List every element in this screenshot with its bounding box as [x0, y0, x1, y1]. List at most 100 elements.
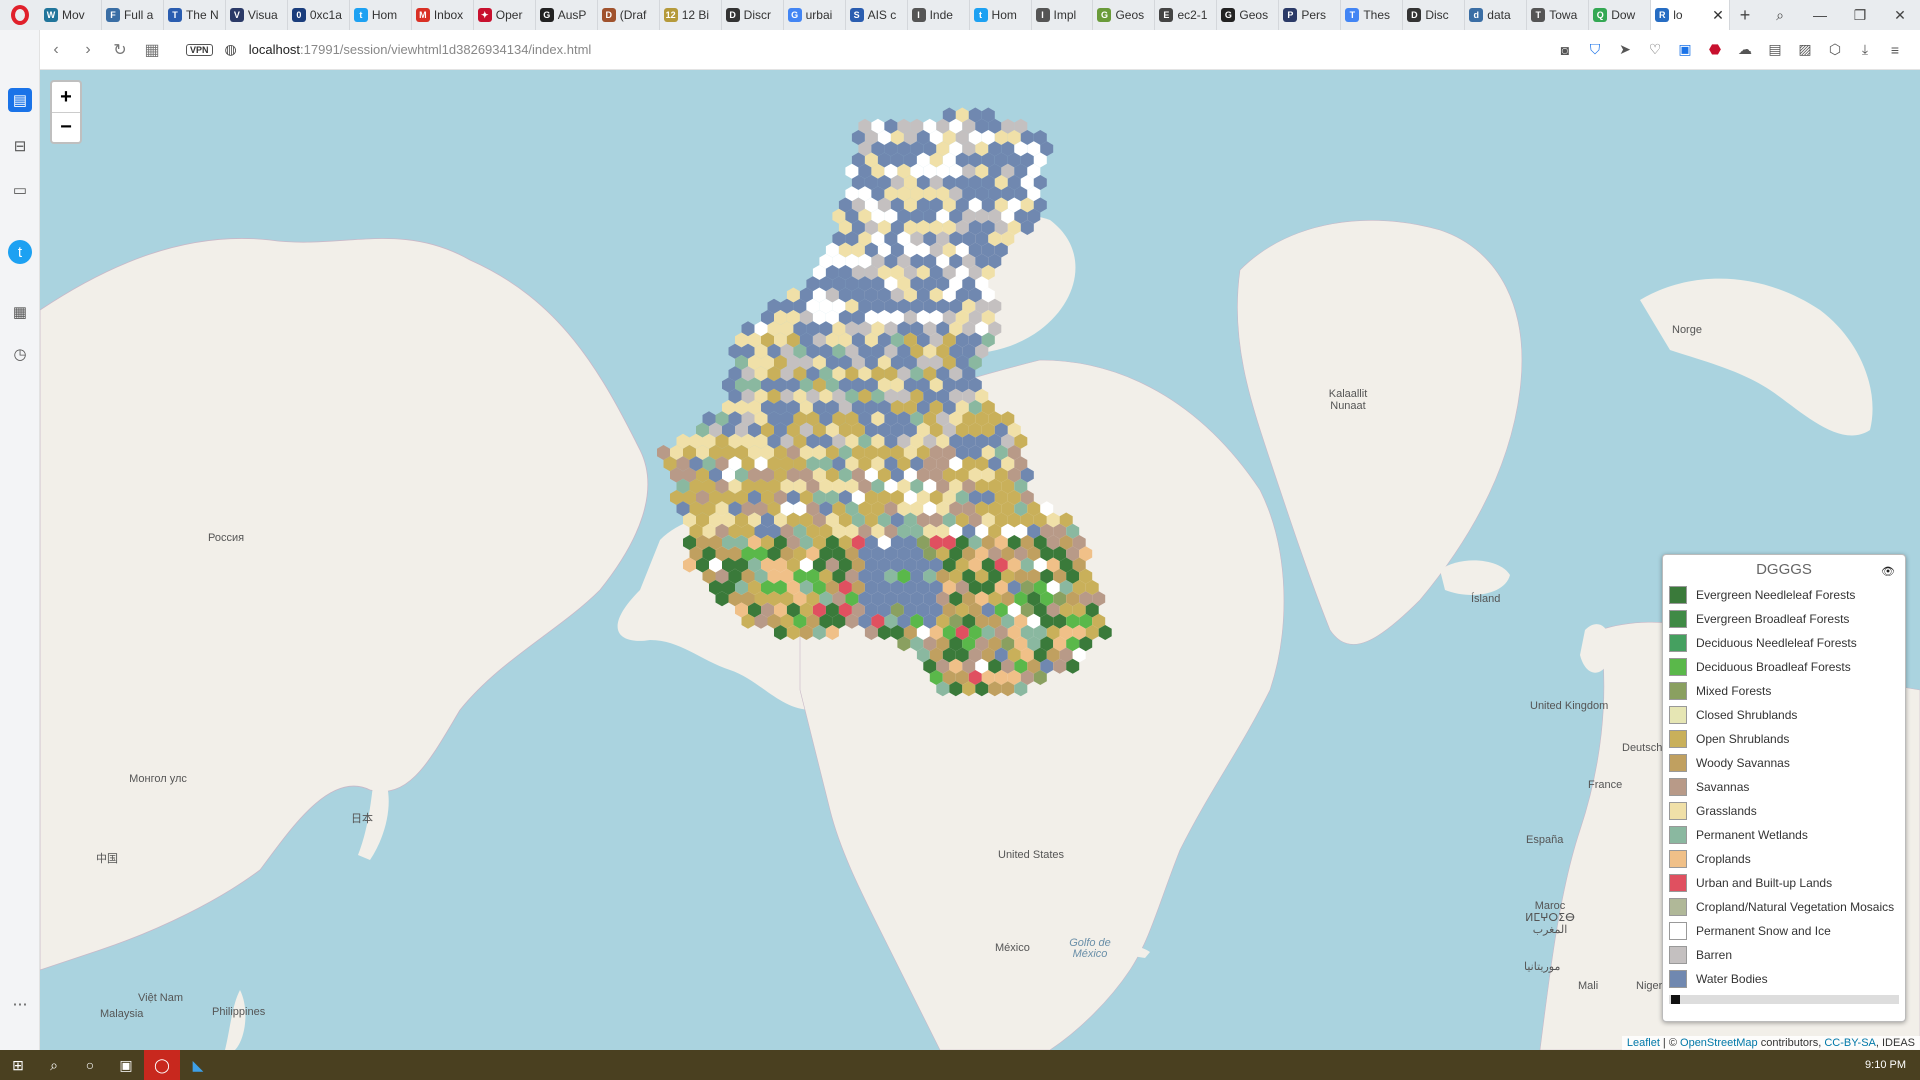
forward-button[interactable]: ›	[72, 41, 104, 59]
back-button[interactable]: ‹	[40, 41, 72, 59]
browser-tab[interactable]: I Impl	[1032, 0, 1094, 30]
tab-favicon-icon: D	[1407, 8, 1422, 22]
browser-tab[interactable]: D (Draf	[598, 0, 660, 30]
legend-item: Cropland/Natural Vegetation Mosaics	[1669, 895, 1899, 919]
browser-tab[interactable]: V Visua	[226, 0, 288, 30]
opacity-slider[interactable]	[1669, 995, 1899, 1004]
leaflet-map[interactable]: Россия Монгол улс 日本 中国 Việt Nam Philipp…	[40, 70, 1920, 1050]
shield-icon[interactable]: ⛉	[1580, 41, 1610, 58]
legend-label: Woody Savannas	[1696, 756, 1790, 770]
leaflet-link[interactable]: Leaflet	[1627, 1037, 1660, 1049]
reload-button[interactable]: ↻	[104, 40, 136, 60]
browser-tab[interactable]: Eec2-1	[1155, 0, 1218, 30]
bookmarks-icon[interactable]: ▭	[8, 178, 32, 202]
browser-tab[interactable]: Rlo ✕	[1651, 0, 1730, 30]
zoom-in-button[interactable]: +	[52, 82, 80, 112]
legend-swatch	[1669, 730, 1687, 748]
tab-favicon-icon: G	[1097, 8, 1112, 22]
map-label-mexico: México	[995, 942, 1030, 954]
extension-cloud-icon[interactable]: ☁	[1730, 41, 1760, 58]
tab-label: AusP	[557, 8, 587, 22]
browser-tab[interactable]: 0 0xc1a	[288, 0, 350, 30]
legend-label: Savannas	[1696, 780, 1750, 794]
tab-label: Hom	[371, 8, 398, 22]
browser-tab[interactable]: G AusP	[536, 0, 598, 30]
speed-dial-sidebar-icon[interactable]: ▤	[8, 88, 32, 112]
map-label-france: France	[1588, 779, 1623, 791]
browser-tab[interactable]: G Geos	[1217, 0, 1280, 30]
window-controls: ⌕ — ❐ ✕	[1760, 0, 1920, 30]
history-icon[interactable]: ◷	[8, 342, 32, 366]
browser-tab[interactable]: ✦ Oper	[474, 0, 536, 30]
browser-tab[interactable]: t Hom	[970, 0, 1032, 30]
vscode-taskbar-icon[interactable]: ◣	[180, 1050, 216, 1080]
search-tabs-icon[interactable]: ⌕	[1760, 0, 1800, 30]
cube-icon[interactable]: ⬡	[1820, 41, 1850, 58]
heart-icon[interactable]: ♡	[1640, 41, 1670, 58]
legend-swatch	[1669, 706, 1687, 724]
maximize-button[interactable]: ❐	[1840, 0, 1880, 30]
cc-link[interactable]: CC-BY-SA	[1824, 1037, 1876, 1049]
search-icon[interactable]: ⌕	[36, 1050, 72, 1080]
tab-favicon-icon: F	[105, 8, 120, 22]
browser-tab[interactable]: W Mov	[40, 0, 102, 30]
browser-tab[interactable]: Gurbai	[784, 0, 846, 30]
opera-taskbar-icon[interactable]: ◯	[144, 1050, 180, 1080]
browser-tab[interactable]: P Pers	[1279, 0, 1342, 30]
browser-tab[interactable]: Q Dow	[1589, 0, 1652, 30]
speed-dial-icon[interactable]: ▦	[136, 40, 168, 60]
url-field[interactable]: localhost:17991/session/viewhtml1d382693…	[249, 42, 592, 57]
windows-start-icon[interactable]: ⊞	[0, 1050, 36, 1080]
browser-tab[interactable]: I Inde	[908, 0, 970, 30]
minimize-button[interactable]: —	[1800, 0, 1840, 30]
extension-page-icon[interactable]: ▤	[1760, 41, 1790, 58]
legend-label: Deciduous Broadleaf Forests	[1696, 660, 1851, 674]
task-view-icon[interactable]: ▣	[108, 1050, 144, 1080]
legend-item: Deciduous Broadleaf Forests	[1669, 655, 1899, 679]
eye-icon[interactable]: 👁	[1881, 565, 1895, 578]
address-bar: ‹ › ↻ ▦ VPN ◍ localhost:17991/session/vi…	[40, 30, 1920, 70]
send-icon[interactable]: ➤	[1610, 41, 1640, 58]
legend-swatch	[1669, 922, 1687, 940]
legend-swatch	[1669, 586, 1687, 604]
menu-icon[interactable]: ≡	[1880, 42, 1910, 58]
extension-icon[interactable]: ▣	[1670, 41, 1700, 58]
browser-tab[interactable]: G Geos	[1093, 0, 1156, 30]
tab-strip: W Mov F Full a T The N V Visua 0 0xc1a t Hom M Inbox ✦…	[40, 0, 1730, 30]
browser-tab[interactable]: T Thes	[1341, 0, 1404, 30]
new-tab-button[interactable]: +	[1730, 5, 1760, 26]
map-label-norge: Norge	[1672, 324, 1702, 336]
browser-tab[interactable]: D Disc	[1403, 0, 1466, 30]
close-window-button[interactable]: ✕	[1880, 0, 1920, 30]
browser-tab[interactable]: T Towa	[1527, 0, 1590, 30]
tab-favicon-icon: I	[911, 8, 926, 22]
vpn-badge[interactable]: VPN	[186, 43, 213, 56]
workspace-icon[interactable]: ⊟	[8, 134, 32, 158]
browser-tab[interactable]: 12 12 Bi	[660, 0, 722, 30]
browser-tab[interactable]: T The N	[164, 0, 226, 30]
download-icon[interactable]: ⤓	[1850, 41, 1880, 58]
extension-translate-icon[interactable]: ▨	[1790, 41, 1820, 58]
legend-swatch	[1669, 874, 1687, 892]
more-icon[interactable]: ⋯	[8, 992, 32, 1016]
adblock-icon[interactable]: ⬣	[1700, 41, 1730, 58]
osm-link[interactable]: OpenStreetMap	[1680, 1037, 1758, 1049]
browser-tab[interactable]: t Hom	[350, 0, 412, 30]
browser-tab[interactable]: F Full a	[102, 0, 164, 30]
tab-favicon-icon: G	[787, 8, 802, 22]
tab-favicon-icon: M	[415, 8, 430, 22]
tab-label: Discr	[743, 8, 771, 22]
browser-tab[interactable]: M Inbox	[412, 0, 474, 30]
tab-label: Full a	[123, 8, 154, 22]
opera-logo-icon[interactable]	[0, 0, 40, 30]
browser-tab[interactable]: S AIS c	[846, 0, 908, 30]
cortana-icon[interactable]: ○	[72, 1050, 108, 1080]
zoom-out-button[interactable]: −	[52, 112, 80, 142]
browser-tab[interactable]: d data	[1465, 0, 1528, 30]
browser-tab[interactable]: D Discr	[722, 0, 784, 30]
twitter-icon[interactable]: t	[8, 240, 32, 264]
opacity-slider-handle[interactable]	[1671, 995, 1680, 1004]
close-tab-icon[interactable]: ✕	[1712, 7, 1724, 24]
snapshot-icon[interactable]: ◙	[1550, 42, 1580, 58]
news-icon[interactable]: ▦	[8, 300, 32, 324]
